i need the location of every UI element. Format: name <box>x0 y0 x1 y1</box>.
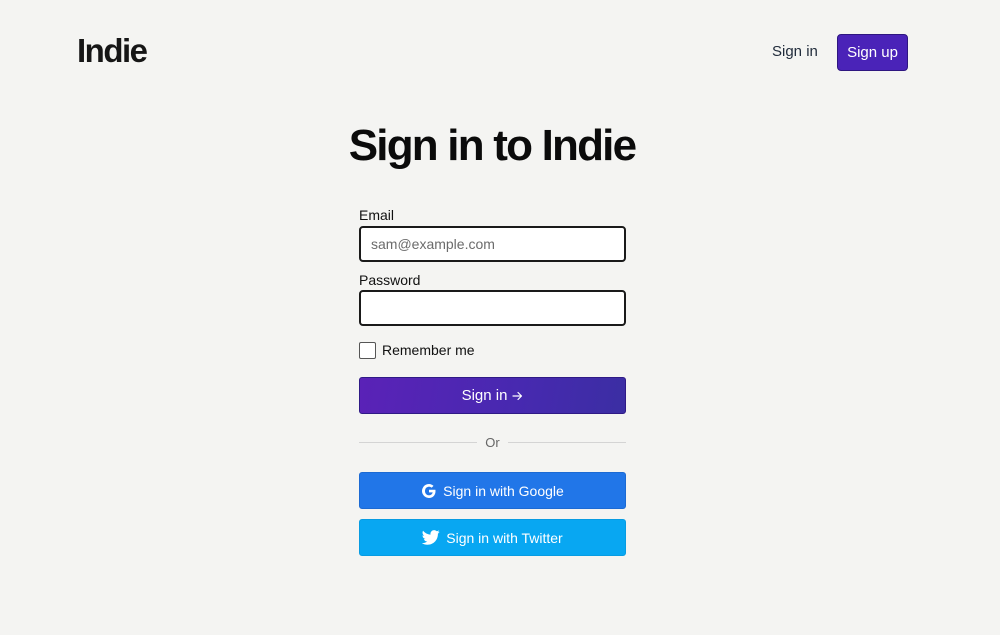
remember-me-checkbox[interactable] <box>359 342 376 359</box>
arrow-right-icon <box>512 391 523 401</box>
password-label: Password <box>359 272 421 288</box>
nav-signup-button[interactable]: Sign up <box>837 34 908 71</box>
page-title: Sign in to Indie <box>348 121 637 170</box>
twitter-signin-button[interactable]: Sign in with Twitter <box>359 519 626 556</box>
remember-me-label[interactable]: Remember me <box>382 342 475 358</box>
google-signin-button[interactable]: Sign in with Google <box>359 472 626 509</box>
sign-in-button[interactable]: Sign in <box>359 377 626 414</box>
google-icon <box>421 483 437 499</box>
google-signin-label: Sign in with Google <box>443 482 564 499</box>
twitter-signin-label: Sign in with Twitter <box>446 529 563 546</box>
nav-signin-link[interactable]: Sign in <box>772 43 818 60</box>
email-label: Email <box>359 207 395 223</box>
divider-text: Or <box>485 434 500 450</box>
sign-in-button-label: Sign in <box>461 387 508 404</box>
or-divider: Or <box>359 434 627 450</box>
nav-signup-label: Sign up <box>847 44 898 61</box>
email-input[interactable] <box>359 226 626 262</box>
logo[interactable]: Indie <box>77 32 148 70</box>
divider-line-right <box>507 441 627 443</box>
password-input[interactable] <box>359 290 626 326</box>
twitter-icon <box>422 530 440 545</box>
divider-line-left <box>359 441 478 443</box>
